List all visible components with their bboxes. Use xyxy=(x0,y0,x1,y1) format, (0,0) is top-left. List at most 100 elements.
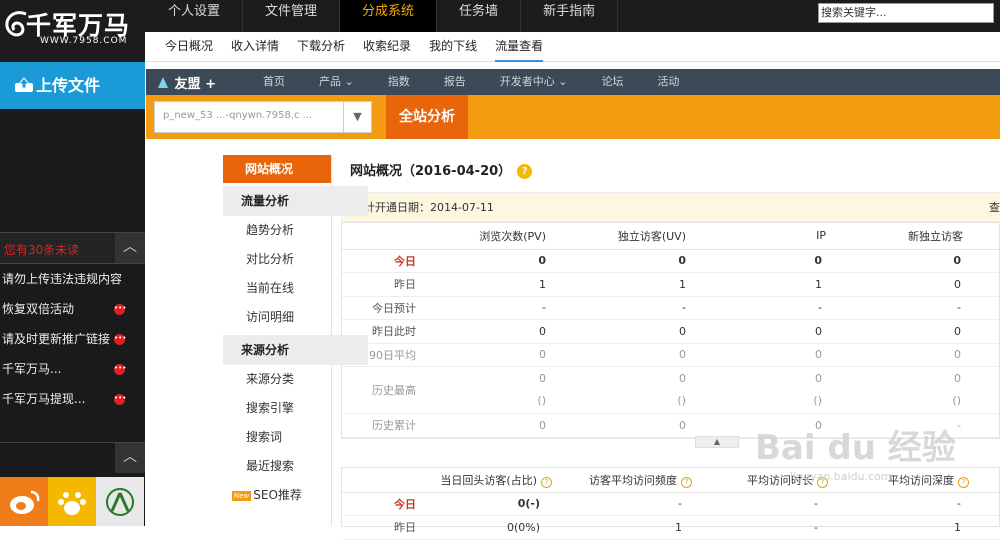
notice-text: 请及时更新推广链接 xyxy=(2,332,111,346)
umeng-menu-products[interactable]: 产品 ⌄ xyxy=(302,69,371,95)
new-badge: New xyxy=(232,490,252,501)
umeng-menu-forum[interactable]: 论坛 xyxy=(584,69,640,95)
page-title: 网站概况（2016-04-20）? xyxy=(350,160,533,179)
top-nav-item-files[interactable]: 文件管理 xyxy=(243,0,341,32)
unread-dot-icon: ••• xyxy=(114,364,126,375)
menu-source-category[interactable]: 来源分类 xyxy=(223,365,331,394)
table-header: IP xyxy=(692,223,828,250)
notice-text: 恢复双倍活动 xyxy=(2,302,75,316)
umeng-logo[interactable]: 友盟 + xyxy=(156,73,216,92)
table-row: 昨日 0(0%) 1 - 1 xyxy=(342,515,999,540)
overview-table: 浏览次数(PV) 独立访客(UV) IP 新独立访客 今日 0 0 0 0 昨日… xyxy=(341,222,1000,439)
sub-nav: 今日概况 收入详情 下载分析 收索纪录 我的下线 流量查看 xyxy=(146,32,1000,62)
expand-chevron-icon[interactable]: ▲ xyxy=(695,436,739,448)
menu-group-source[interactable]: 来源分析 xyxy=(223,335,368,365)
upload-button[interactable]: 上传文件 xyxy=(0,62,145,109)
collapse-chevron-up-icon[interactable]: ︿ xyxy=(115,233,145,263)
notice-text: 请勿上传违法违规内容 xyxy=(2,272,123,286)
menu-recent-search[interactable]: 最近搜索 xyxy=(223,452,331,481)
notice-text: 千军万马提现... xyxy=(2,392,86,406)
notice-item[interactable]: 千军万马... ••• xyxy=(0,354,145,384)
site-bar: p_new_53 ...-qnywn.7958.c ... ▼ 全站分析 xyxy=(146,95,1000,139)
top-nav-item-tasks[interactable]: 任务墙 xyxy=(437,0,522,32)
table-header: 新独立访客 xyxy=(828,223,999,250)
umeng-header: 友盟 + 首页 产品 ⌄ 指数 报告 开发者中心 ⌄ 论坛 活动 xyxy=(146,69,1000,95)
dropdown-arrow-icon[interactable]: ▼ xyxy=(343,102,371,132)
help-icon[interactable]: ? xyxy=(541,476,552,488)
umeng-menu: 首页 产品 ⌄ 指数 报告 开发者中心 ⌄ 论坛 活动 xyxy=(246,69,696,95)
social-header: ︿ xyxy=(0,442,145,474)
logo-url: WWW.7958.COM xyxy=(40,36,128,46)
search-input[interactable]: 搜索关键字... xyxy=(818,3,994,23)
umeng-menu-home[interactable]: 首页 xyxy=(246,69,302,95)
menu-search-words[interactable]: 搜索词 xyxy=(223,423,331,452)
notice-item[interactable]: 千军万马提现... ••• xyxy=(0,384,145,414)
notice-text: 千军万马... xyxy=(2,362,62,376)
sub-nav-traffic[interactable]: 流量查看 xyxy=(495,32,544,62)
unread-dot-icon: ••• xyxy=(114,334,126,345)
social-links xyxy=(0,477,145,526)
table-row: 90日平均 0 0 0 0 xyxy=(342,343,999,367)
top-nav-item-revenue[interactable]: 分成系统 xyxy=(340,0,438,32)
notice-item[interactable]: 请及时更新推广链接 ••• xyxy=(0,324,145,354)
sub-nav-today[interactable]: 今日概况 xyxy=(165,32,213,62)
umeng-logo-icon xyxy=(158,77,168,88)
umeng-menu-reports[interactable]: 报告 xyxy=(427,69,483,95)
app-icon[interactable] xyxy=(96,477,144,526)
table-row: 今日 0 0 0 0 xyxy=(342,249,999,273)
top-nav: 个人设置 文件管理 分成系统 任务墙 新手指南 xyxy=(146,0,619,32)
menu-site-overview[interactable]: 网站概况 xyxy=(223,155,331,183)
top-nav-item-guide[interactable]: 新手指南 xyxy=(521,0,619,32)
whole-site-analysis-tab[interactable]: 全站分析 xyxy=(386,95,468,139)
menu-trend[interactable]: 趋势分析 xyxy=(223,216,331,245)
upload-icon xyxy=(15,77,33,92)
logo[interactable]: 千军万马 WWW.7958.COM xyxy=(0,0,145,62)
notice-item[interactable]: 恢复双倍活动 ••• xyxy=(0,294,145,324)
umeng-menu-index[interactable]: 指数 xyxy=(371,69,427,95)
sub-nav-referrals[interactable]: 我的下线 xyxy=(429,32,477,62)
table-header: 当日回头访客(占比)? xyxy=(432,468,554,493)
umeng-menu-events[interactable]: 活动 xyxy=(640,69,696,95)
menu-compare[interactable]: 对比分析 xyxy=(223,245,331,274)
menu-visit-detail[interactable]: 访问明细 xyxy=(223,303,331,332)
watermark: Bai du 经验 xyxy=(755,428,956,468)
help-icon[interactable]: ? xyxy=(958,476,969,488)
sub-nav-downloads[interactable]: 下载分析 xyxy=(297,32,345,62)
visitor-table: 当日回头访客(占比)? 访客平均访问频度? 平均访问时长? 平均访问深度? 今日… xyxy=(341,467,1000,540)
menu-seo[interactable]: New SEO推荐 xyxy=(223,481,331,510)
table-row: 今日预计 - - - - xyxy=(342,296,999,320)
menu-group-traffic[interactable]: 流量分析 xyxy=(223,186,368,216)
table-row: 昨日 1 1 1 0 xyxy=(342,272,999,297)
table-header: 浏览次数(PV) xyxy=(432,223,552,250)
open-date-bar: 统计开通日期：2014-07-11 查 xyxy=(341,192,1000,222)
umeng-menu-developer[interactable]: 开发者中心 ⌄ xyxy=(483,69,585,95)
collapse-chevron-up-icon[interactable]: ︿ xyxy=(115,443,145,473)
notice-title[interactable]: 您有30条未读 xyxy=(4,241,79,258)
table-row: 昨日此时 0 0 0 0 xyxy=(342,319,999,344)
baidu-paw-icon[interactable] xyxy=(48,477,96,526)
unread-dot-icon: ••• xyxy=(114,394,126,405)
watermark-url: jingyan.baidu.com xyxy=(790,470,892,483)
query-link[interactable]: 查 xyxy=(989,193,1000,223)
top-nav-item-personal[interactable]: 个人设置 xyxy=(146,0,244,32)
upload-label: 上传文件 xyxy=(36,76,101,95)
sidebar: 上传文件 您有30条未读 ︿ 请勿上传违法违规内容 恢复双倍活动 ••• 请及时更… xyxy=(0,62,145,526)
notice-item[interactable]: 请勿上传违法违规内容 xyxy=(0,264,145,294)
menu-search-engine[interactable]: 搜索引擎 xyxy=(223,394,331,423)
weibo-icon[interactable] xyxy=(0,477,48,526)
table-header: 独立访客(UV) xyxy=(552,223,692,250)
sub-nav-income[interactable]: 收入详情 xyxy=(231,32,279,62)
menu-online[interactable]: 当前在线 xyxy=(223,274,331,303)
help-icon[interactable]: ? xyxy=(517,164,533,179)
notice-header: 您有30条未读 ︿ xyxy=(0,232,145,264)
table-row: 今日 0(-) - - - xyxy=(342,492,999,516)
table-header: 访客平均访问频度? xyxy=(554,468,694,493)
analytics-left-menu: 网站概况 流量分析 趋势分析 对比分析 当前在线 访问明细 来源分析 来源分类 … xyxy=(223,155,368,526)
site-select[interactable]: p_new_53 ...-qnywn.7958.c ... ▼ xyxy=(154,101,372,133)
help-icon[interactable]: ? xyxy=(681,476,692,488)
sub-nav-search-records[interactable]: 收索纪录 xyxy=(363,32,411,62)
table-row: 历史最高 0() 0() 0() 0() xyxy=(342,366,999,414)
site-select-value: p_new_53 ...-qnywn.7958.c ... xyxy=(163,110,313,121)
unread-dot-icon: ••• xyxy=(114,304,126,315)
notice-list: 请勿上传违法违规内容 恢复双倍活动 ••• 请及时更新推广链接 ••• 千军万马..… xyxy=(0,264,145,414)
